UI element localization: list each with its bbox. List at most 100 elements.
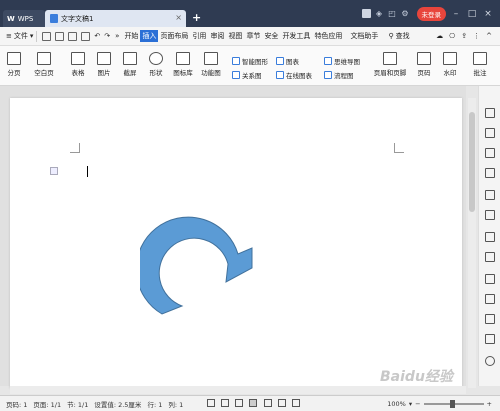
chevron-down-icon[interactable]: ▾ bbox=[30, 32, 34, 40]
online-chart-icon bbox=[276, 71, 284, 79]
menu-insert[interactable]: 插入 bbox=[140, 30, 159, 42]
comment-label: 批注 bbox=[473, 69, 487, 77]
zoom-dropdown-icon[interactable]: ▾ bbox=[409, 400, 412, 408]
vertical-scrollbar[interactable] bbox=[468, 98, 476, 388]
new-tab-button[interactable]: + bbox=[192, 11, 201, 24]
online-chart-button[interactable]: 在线图表 bbox=[276, 70, 312, 80]
share-icon[interactable]: ◰ bbox=[388, 9, 397, 18]
menu-view[interactable]: 视图 bbox=[226, 31, 244, 41]
icon-library-button[interactable]: 图标库 bbox=[172, 52, 194, 77]
scroll-thumb[interactable] bbox=[469, 112, 475, 212]
zoom-slider-thumb[interactable] bbox=[449, 399, 455, 408]
share-doc-icon[interactable]: ⇪ bbox=[461, 32, 467, 40]
horizontal-scrollbar[interactable] bbox=[10, 386, 466, 394]
page-break-button[interactable]: 分页 bbox=[4, 52, 24, 77]
redo-icon[interactable]: ↷ bbox=[104, 32, 110, 40]
menu-security[interactable]: 安全 bbox=[262, 31, 280, 41]
screenshot-button[interactable]: 截屏 bbox=[120, 52, 140, 77]
relation-chart-button[interactable]: 关系图 bbox=[232, 70, 262, 80]
menu-features[interactable]: 特色应用 bbox=[312, 31, 344, 41]
smart-art-button[interactable]: 智能图形 bbox=[232, 56, 268, 66]
menu-page-layout[interactable]: 页面布局 bbox=[158, 31, 190, 41]
help-icon[interactable] bbox=[485, 356, 495, 366]
zoom-in-icon[interactable]: + bbox=[487, 400, 492, 408]
style-icon[interactable] bbox=[485, 168, 495, 178]
web-view-icon[interactable] bbox=[263, 398, 272, 407]
outline-view-icon[interactable] bbox=[277, 398, 286, 407]
minimize-icon[interactable]: – bbox=[450, 9, 462, 19]
maximize-icon[interactable]: □ bbox=[466, 9, 478, 19]
watermark-button[interactable]: 水印 bbox=[440, 52, 460, 77]
layout-icon[interactable] bbox=[485, 294, 495, 304]
chart-button[interactable]: 图表 bbox=[276, 56, 299, 66]
paragraph-handle-icon[interactable] bbox=[50, 167, 58, 175]
preview-icon[interactable] bbox=[81, 31, 91, 41]
zoom-value[interactable]: 100% bbox=[387, 400, 406, 408]
menu-doc-assistant[interactable]: 文档助手 bbox=[348, 31, 380, 41]
document-tab[interactable]: 文字文稿1 × bbox=[45, 10, 186, 27]
shape-button[interactable]: 形状 bbox=[146, 52, 166, 77]
zoom-out-icon[interactable]: − bbox=[415, 400, 420, 408]
collapse-ribbon-icon[interactable]: ^ bbox=[486, 32, 492, 40]
undo-icon[interactable]: ↶ bbox=[94, 32, 100, 40]
user-icon[interactable] bbox=[361, 9, 371, 18]
pen-icon[interactable] bbox=[485, 334, 495, 344]
menu-developer[interactable]: 开发工具 bbox=[280, 31, 312, 41]
shape-tool-icon[interactable] bbox=[485, 148, 495, 158]
more-icon[interactable]: » bbox=[115, 32, 119, 40]
text-caret bbox=[87, 166, 88, 177]
eye-icon[interactable] bbox=[221, 398, 230, 407]
header-footer-button[interactable]: 页眉和页脚 bbox=[372, 52, 408, 77]
function-chart-button[interactable]: 功能图 bbox=[198, 52, 224, 77]
column-status: 列: 1 bbox=[168, 400, 184, 409]
more-options-icon[interactable]: ⋮ bbox=[473, 32, 480, 40]
document-canvas bbox=[0, 86, 466, 388]
crop-mark-top-left bbox=[70, 143, 80, 153]
format-icon[interactable] bbox=[485, 232, 495, 242]
grid-icon[interactable] bbox=[485, 190, 495, 200]
curved-arrow-shape[interactable] bbox=[140, 204, 280, 324]
table-button[interactable]: 表格 bbox=[68, 52, 88, 77]
login-button[interactable]: 未登录 bbox=[416, 6, 446, 21]
menu-chapter[interactable]: 章节 bbox=[244, 31, 262, 41]
menubar-right: ☁ ⎔ ⇪ ⋮ ^ bbox=[436, 32, 500, 40]
watermark-icon bbox=[443, 52, 457, 65]
wps-logo-icon: W bbox=[7, 14, 15, 23]
settings-icon[interactable]: ⚙ bbox=[401, 9, 410, 18]
search-button[interactable]: 查找 bbox=[394, 31, 412, 41]
comment-button[interactable]: 批注 bbox=[470, 52, 490, 77]
skin-icon[interactable]: ◈ bbox=[375, 9, 384, 18]
page-break-label: 分页 bbox=[7, 69, 21, 77]
edit-icon[interactable] bbox=[485, 108, 495, 118]
read-view-icon[interactable] bbox=[291, 398, 300, 407]
image-tool-icon[interactable] bbox=[485, 252, 495, 262]
flowchart-button[interactable]: 流程图 bbox=[324, 70, 354, 80]
sync-icon[interactable]: ☁ bbox=[436, 32, 443, 40]
picture-icon bbox=[97, 52, 111, 65]
save-icon[interactable] bbox=[42, 31, 52, 41]
menu-references[interactable]: 引用 bbox=[190, 31, 208, 41]
mind-map-button[interactable]: 思维导图 bbox=[324, 56, 360, 66]
close-tab-icon[interactable]: × bbox=[175, 13, 182, 22]
blank-page-button[interactable]: 空白页 bbox=[30, 52, 58, 77]
document-page[interactable] bbox=[10, 98, 462, 388]
paragraph-icon[interactable] bbox=[485, 210, 495, 220]
menu-file[interactable]: 文件 bbox=[12, 31, 30, 41]
menu-home[interactable]: 开始 bbox=[122, 31, 140, 41]
zoom-slider[interactable] bbox=[423, 399, 484, 408]
page-number-button[interactable]: 页码 bbox=[414, 52, 434, 77]
close-window-icon[interactable]: × bbox=[482, 9, 494, 19]
function-chart-icon bbox=[204, 52, 218, 65]
export-icon[interactable] bbox=[55, 31, 65, 41]
collaborate-icon[interactable]: ⎔ bbox=[449, 32, 455, 40]
menu-review[interactable]: 审阅 bbox=[208, 31, 226, 41]
select-icon[interactable] bbox=[485, 128, 495, 138]
export-tool-icon[interactable] bbox=[485, 274, 495, 284]
backup-icon[interactable] bbox=[485, 314, 495, 324]
fullscreen-icon[interactable] bbox=[207, 398, 216, 407]
pen-view-icon[interactable] bbox=[235, 398, 244, 407]
picture-button[interactable]: 图片 bbox=[94, 52, 114, 77]
print-icon[interactable] bbox=[68, 31, 78, 41]
page-view-icon[interactable] bbox=[249, 398, 258, 407]
app-tab[interactable]: W WPS bbox=[3, 10, 45, 27]
